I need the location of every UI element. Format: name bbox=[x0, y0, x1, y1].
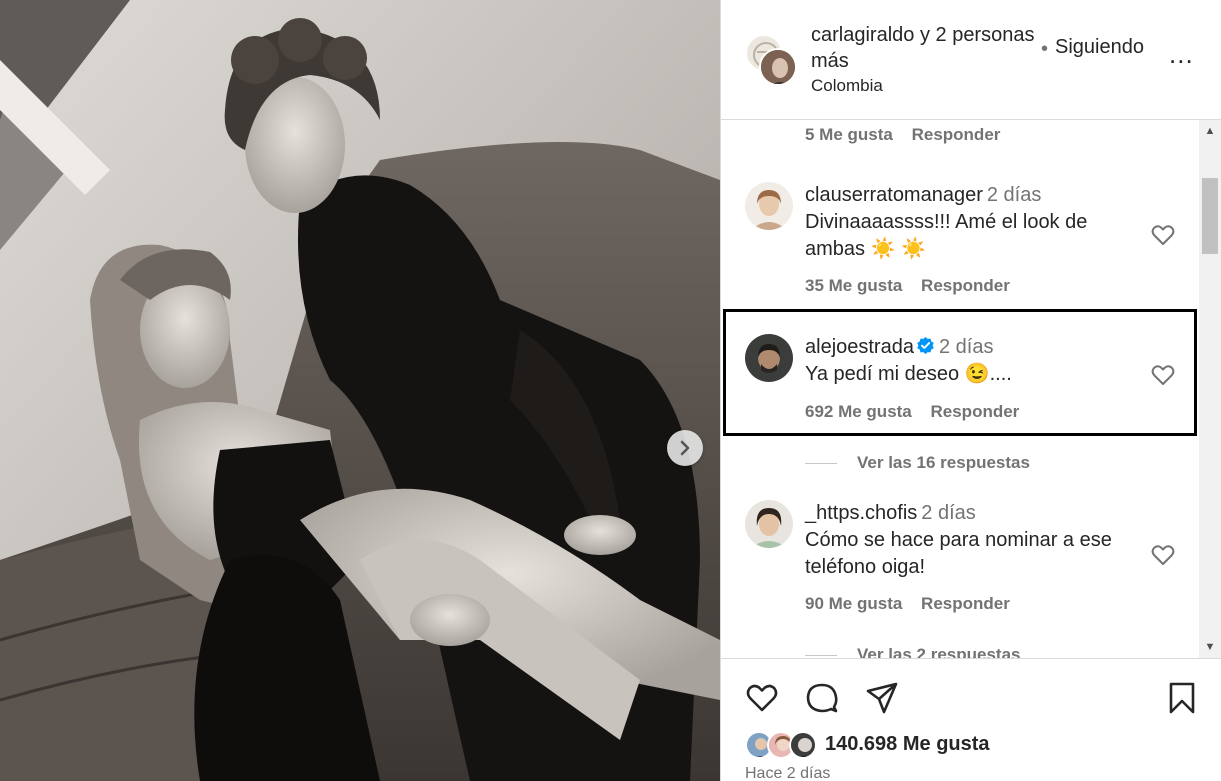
comment-time: 2 días bbox=[938, 336, 994, 358]
view-replies-label: Ver las 2 respuestas bbox=[857, 645, 1021, 658]
owner-avatar-stack[interactable] bbox=[745, 34, 797, 86]
replies-divider bbox=[805, 655, 837, 657]
reply-button[interactable]: Responder bbox=[921, 594, 1010, 613]
chevron-right-icon bbox=[680, 440, 690, 456]
post-header-text: carlagiraldo y 2 personas más Colombia bbox=[811, 22, 1041, 97]
commenter-avatar[interactable] bbox=[745, 500, 793, 548]
scroll-down-arrow[interactable]: ▼ bbox=[1199, 636, 1221, 658]
post-actions-footer: 140.698 Me gusta Hace 2 días bbox=[721, 658, 1221, 781]
post-header: carlagiraldo y 2 personas más Colombia •… bbox=[721, 0, 1221, 120]
comments-list[interactable]: 5 Me gusta Responder clauserratomanager 2… bbox=[721, 120, 1199, 658]
more-options-button[interactable]: ... bbox=[1169, 41, 1194, 67]
post-timestamp: Hace 2 días bbox=[745, 765, 831, 781]
post-photo bbox=[0, 0, 720, 781]
commenter-avatar[interactable] bbox=[745, 182, 793, 230]
scroll-up-arrow[interactable]: ▲ bbox=[1199, 120, 1221, 142]
comment-meta: 35 Me gusta Responder bbox=[805, 276, 1024, 296]
comment-likes[interactable]: 692 Me gusta bbox=[805, 402, 912, 421]
comment-likes[interactable]: 90 Me gusta bbox=[805, 594, 902, 613]
bookmark-icon[interactable] bbox=[1165, 681, 1199, 715]
replies-divider bbox=[805, 463, 837, 465]
comment-body: _https.chofis 2 días Cómo se hace para no… bbox=[805, 500, 1145, 581]
owner-avatar bbox=[759, 48, 797, 86]
comment-body: alejoestrada 2 días Ya pedí mi deseo 😉...… bbox=[805, 334, 1145, 388]
post-side-panel: carlagiraldo y 2 personas más Colombia •… bbox=[720, 0, 1221, 781]
heart-icon[interactable] bbox=[745, 681, 779, 715]
comments-scrollbar[interactable]: ▲ ▼ bbox=[1199, 120, 1221, 658]
comment-text: Divinaaaassss!!! Amé el look de ambas ☀️… bbox=[805, 211, 1088, 260]
owner-username[interactable]: carlagiraldo bbox=[811, 24, 914, 46]
comment-username[interactable]: _https.chofis bbox=[805, 502, 917, 524]
heart-icon[interactable] bbox=[1151, 224, 1175, 246]
comment-text: Cómo se hace para nominar a ese teléfono… bbox=[805, 529, 1112, 578]
comment-time: 2 días bbox=[986, 184, 1042, 206]
comment-meta: 90 Me gusta Responder bbox=[805, 594, 1024, 614]
comment-icon[interactable] bbox=[805, 681, 839, 715]
comment-text: Ya pedí mi deseo 😉.... bbox=[805, 363, 1012, 385]
comment-username[interactable]: clauserratomanager bbox=[805, 184, 983, 206]
view-replies-button[interactable]: Ver las 16 respuestas bbox=[805, 453, 1030, 473]
reply-button[interactable]: Responder bbox=[921, 276, 1010, 295]
reply-button[interactable]: Responder bbox=[912, 125, 1001, 144]
commenter-avatar[interactable] bbox=[745, 334, 793, 382]
view-replies-label: Ver las 16 respuestas bbox=[857, 453, 1030, 472]
comment-likes[interactable]: 35 Me gusta bbox=[805, 276, 902, 295]
reply-button[interactable]: Responder bbox=[931, 402, 1020, 421]
post-location[interactable]: Colombia bbox=[811, 75, 1041, 97]
likers-avatars[interactable] bbox=[745, 731, 825, 759]
comment-username[interactable]: alejoestrada bbox=[805, 336, 914, 358]
likes-count[interactable]: 140.698 Me gusta bbox=[825, 733, 990, 756]
comment-body: clauserratomanager 2 días Divinaaaassss!!… bbox=[805, 182, 1145, 263]
verified-badge-icon bbox=[917, 336, 934, 355]
view-replies-button[interactable]: Ver las 2 respuestas bbox=[805, 645, 1021, 658]
following-button[interactable]: Siguiendo bbox=[1055, 36, 1144, 59]
comment-meta: 5 Me gusta Responder bbox=[805, 125, 1014, 145]
comment-likes[interactable]: 5 Me gusta bbox=[805, 125, 893, 144]
heart-icon[interactable] bbox=[1151, 544, 1175, 566]
heart-icon[interactable] bbox=[1151, 364, 1175, 386]
liker-avatar bbox=[789, 731, 817, 759]
next-photo-button[interactable] bbox=[667, 430, 703, 466]
separator-dot: • bbox=[1041, 38, 1049, 60]
comment-time: 2 días bbox=[921, 502, 976, 524]
comment-meta: 692 Me gusta Responder bbox=[805, 402, 1033, 422]
send-icon[interactable] bbox=[865, 681, 899, 715]
scroll-thumb[interactable] bbox=[1202, 178, 1218, 254]
